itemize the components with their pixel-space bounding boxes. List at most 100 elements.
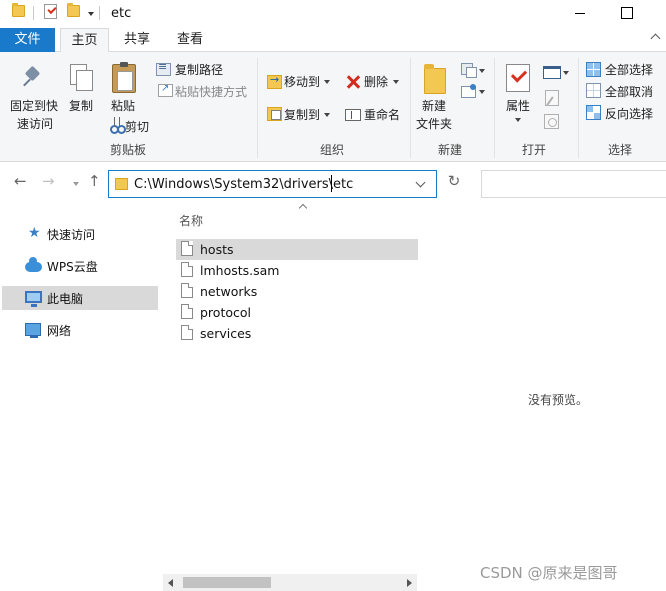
new-folder-label-line1: 新建 — [422, 99, 447, 113]
minimize-button[interactable] — [570, 6, 590, 20]
tab-file[interactable]: 文件 — [0, 28, 55, 52]
tab-view[interactable]: 查看 — [169, 28, 211, 52]
horizontal-scrollbar[interactable] — [163, 574, 417, 591]
select-none-label: 全部取消 — [605, 85, 654, 99]
select-all-icon — [586, 62, 601, 77]
cut-label: 剪切 — [125, 120, 150, 134]
divider — [33, 6, 34, 20]
address-bar[interactable]: C:\Windows\System32\drivers\etc — [108, 170, 437, 198]
sidebar-item-quick-access[interactable]: ★ 快速访问 — [2, 222, 158, 246]
maximize-button[interactable] — [616, 4, 636, 20]
tab-share[interactable]: 共享 — [116, 28, 158, 52]
scrollbar-thumb[interactable] — [183, 577, 271, 588]
sidebar-item-wps-cloud[interactable]: WPS云盘 — [2, 254, 158, 278]
scissors-icon — [110, 117, 126, 134]
refresh-icon[interactable]: ↻ — [444, 172, 464, 194]
rename-icon — [345, 109, 361, 121]
star-icon: ★ — [28, 225, 41, 241]
file-name: services — [200, 326, 252, 341]
recent-locations-chevron-icon[interactable] — [73, 182, 79, 186]
network-icon — [25, 323, 41, 338]
delete-icon — [346, 75, 360, 89]
navigation-pane: ★ 快速访问 WPS云盘 此电脑 网络 — [0, 207, 161, 591]
file-row[interactable]: services — [176, 323, 418, 344]
group-divider — [410, 58, 411, 158]
pin-icon — [24, 66, 42, 88]
file-row[interactable]: protocol — [176, 302, 418, 323]
copy-to-label: 复制到 — [284, 108, 321, 122]
file-name: lmhosts.sam — [200, 263, 280, 278]
computer-icon — [25, 291, 42, 307]
group-label-open: 打开 — [522, 143, 547, 157]
copy-path-label: 复制路径 — [175, 63, 224, 77]
chevron-down-icon — [324, 113, 330, 117]
chevron-down-icon — [515, 118, 521, 122]
chevron-down-icon — [479, 69, 485, 73]
back-arrow-icon[interactable]: ← — [14, 172, 27, 190]
properties-icon — [506, 64, 530, 92]
move-to-icon — [267, 73, 282, 89]
title-bar: etc — [0, 0, 666, 28]
group-divider — [494, 58, 495, 158]
paste-label: 粘贴 — [111, 99, 136, 113]
file-icon — [181, 241, 193, 256]
up-arrow-icon[interactable]: ↑ — [88, 172, 101, 190]
file-row[interactable]: lmhosts.sam — [176, 260, 418, 281]
ribbon-tabs: 文件 主页 共享 查看 — [0, 28, 666, 53]
move-to-label: 移动到 — [284, 75, 321, 89]
watermark: CSDN @原来是图哥 — [480, 564, 618, 582]
column-header-name[interactable]: 名称 — [179, 212, 203, 229]
no-preview-text: 没有预览。 — [528, 393, 589, 407]
forward-arrow-icon[interactable]: → — [42, 172, 55, 190]
copy-to-icon — [267, 107, 282, 121]
edit-icon[interactable] — [545, 90, 559, 106]
sidebar-item-label: 快速访问 — [47, 228, 96, 242]
cloud-icon — [25, 257, 42, 272]
preview-pane: 没有预览。 — [418, 207, 666, 591]
properties-quick-icon[interactable] — [44, 4, 57, 19]
group-label-select: 选择 — [608, 143, 633, 157]
open-icon — [543, 66, 561, 79]
sidebar-item-label: 网络 — [47, 324, 72, 338]
file-name: networks — [200, 284, 258, 299]
properties-label: 属性 — [506, 99, 531, 113]
tab-home[interactable]: 主页 — [60, 28, 109, 53]
file-list: 名称 hosts lmhosts.sam networks protocol s… — [161, 203, 418, 591]
sidebar-item-this-pc[interactable]: 此电脑 — [2, 286, 158, 310]
scroll-left-icon[interactable] — [168, 579, 173, 587]
sidebar-item-network[interactable]: 网络 — [2, 318, 158, 342]
divider — [99, 6, 100, 20]
history-icon[interactable] — [544, 114, 559, 129]
address-path[interactable]: C:\Windows\System32\drivers\etc — [134, 177, 353, 192]
chevron-down-icon[interactable] — [415, 177, 426, 188]
chevron-down-icon — [563, 71, 569, 75]
file-row[interactable]: hosts — [176, 239, 418, 260]
pin-label-line2: 速访问 — [17, 117, 54, 131]
copy-label: 复制 — [69, 99, 94, 113]
ribbon: 固定到快 速访问 复制 粘贴 复制路径 粘贴快捷方式 剪切 剪贴板 移动到 复制… — [0, 52, 666, 162]
delete-label: 删除 — [364, 75, 389, 89]
collapse-ribbon-icon[interactable] — [650, 33, 661, 44]
text-caret — [331, 175, 332, 192]
file-icon — [181, 262, 193, 277]
group-label-organize: 组织 — [320, 143, 345, 157]
file-row[interactable]: networks — [176, 281, 418, 302]
sidebar-item-label: WPS云盘 — [47, 260, 98, 274]
scroll-right-icon[interactable] — [407, 579, 412, 587]
new-folder-quick-icon[interactable] — [67, 3, 80, 17]
pin-label-line1: 固定到快 — [10, 99, 59, 113]
folder-icon — [12, 3, 25, 17]
invert-selection-label: 反向选择 — [605, 107, 654, 121]
file-name: protocol — [200, 305, 251, 320]
search-input[interactable] — [481, 170, 666, 198]
copy-icon — [70, 64, 93, 91]
group-label-clipboard: 剪贴板 — [110, 143, 147, 157]
folder-icon — [115, 178, 128, 190]
paste-shortcut-icon — [158, 83, 173, 97]
file-icon — [181, 304, 193, 319]
chevron-down-icon — [393, 80, 399, 84]
chevron-down-icon — [479, 90, 485, 94]
paste-icon — [112, 62, 136, 93]
customize-toolbar-icon[interactable] — [88, 12, 94, 16]
window-title: etc — [111, 6, 132, 21]
